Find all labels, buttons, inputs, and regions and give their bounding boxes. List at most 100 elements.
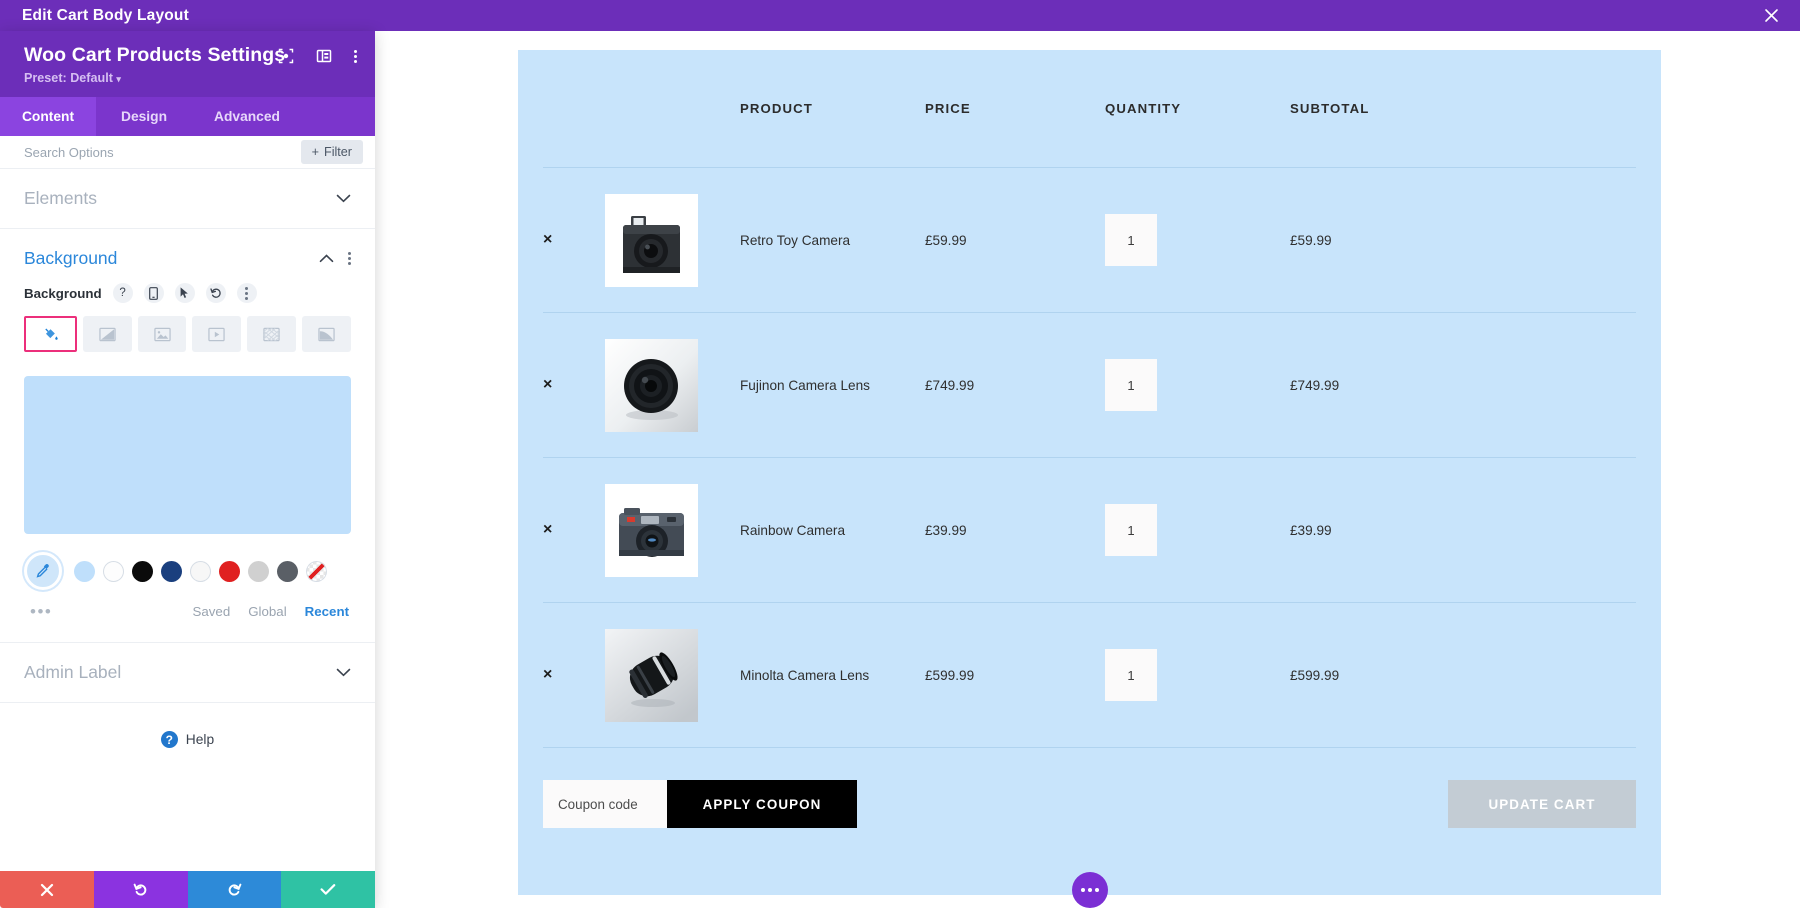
filter-button-label: Filter	[324, 145, 352, 160]
product-subtotal: £749.99	[1290, 377, 1340, 393]
more-colors-icon[interactable]: •••	[30, 603, 52, 620]
responsive-icon[interactable]	[143, 283, 164, 304]
color-swatch-row	[0, 552, 375, 591]
background-video-icon[interactable]	[192, 316, 242, 353]
more-options-icon[interactable]	[1071, 872, 1108, 908]
search-input[interactable]	[24, 144, 224, 160]
eyedropper-icon[interactable]	[24, 552, 62, 591]
panel-tabs: Content Design Advanced	[0, 97, 375, 137]
close-icon[interactable]	[1760, 5, 1782, 27]
section-background: Background Background ? ••• Saved Global…	[0, 229, 375, 644]
remove-item-button[interactable]: ×	[543, 521, 552, 538]
product-subtotal: £59.99	[1290, 232, 1332, 248]
color-swatch-0[interactable]	[74, 560, 95, 582]
cancel-button[interactable]	[0, 871, 94, 908]
hover-icon[interactable]	[174, 283, 195, 304]
fujinon-camera-lens-thumbnail[interactable]	[605, 338, 698, 432]
panel-body: Elements Background Background ? ••• Sav…	[0, 169, 375, 871]
table-row: ×	[543, 603, 1636, 748]
remove-item-button[interactable]: ×	[543, 376, 552, 393]
background-mask-icon[interactable]	[302, 316, 351, 353]
section-elements[interactable]: Elements	[0, 169, 375, 230]
background-color-preview[interactable]	[24, 376, 351, 535]
product-subtotal: £39.99	[1290, 522, 1332, 538]
section-background-kebab-icon[interactable]	[348, 252, 351, 266]
tab-advanced[interactable]: Advanced	[192, 97, 302, 136]
swatch-sub-tabs: Saved Global Recent	[193, 604, 349, 619]
top-bar-title: Edit Cart Body Layout	[22, 6, 189, 24]
product-subtotal: £599.99	[1290, 667, 1340, 683]
sub-tab-global[interactable]: Global	[248, 604, 286, 619]
cart-actions: Coupon code APPLY COUPON UPDATE CART	[543, 748, 1636, 860]
remove-item-button[interactable]: ×	[543, 231, 552, 248]
color-swatch-7[interactable]	[277, 560, 298, 582]
panel-header-icons	[278, 48, 357, 64]
chevron-down-icon[interactable]	[336, 668, 351, 677]
quantity-input[interactable]: 1	[1105, 214, 1157, 266]
panel-kebab-icon[interactable]	[354, 49, 357, 63]
layout-icon[interactable]	[316, 48, 332, 64]
tab-design[interactable]: Design	[96, 97, 192, 136]
header-quantity: QUANTITY	[1105, 101, 1182, 116]
swatch-footer: ••• Saved Global Recent	[0, 603, 375, 620]
header-product: PRODUCT	[740, 101, 813, 116]
save-button[interactable]	[281, 871, 375, 908]
panel-header: Woo Cart Products Settings Preset: Defau…	[0, 31, 375, 98]
section-admin-label-label: Admin Label	[24, 662, 122, 683]
product-name[interactable]: Retro Toy Camera	[740, 233, 925, 248]
product-price: £749.99	[925, 377, 975, 393]
product-name[interactable]: Rainbow Camera	[740, 523, 925, 538]
section-background-header[interactable]: Background	[0, 229, 375, 281]
background-field-row: Background ?	[0, 283, 375, 304]
retro-toy-camera-thumbnail[interactable]	[605, 193, 698, 287]
product-name[interactable]: Fujinon Camera Lens	[740, 378, 925, 393]
quantity-input[interactable]: 1	[1105, 504, 1157, 556]
apply-coupon-button[interactable]: APPLY COUPON	[667, 780, 857, 828]
cart-table-header: PRODUCT PRICE QUANTITY SUBTOTAL	[543, 50, 1636, 168]
header-price: PRICE	[925, 101, 971, 116]
preset-selector[interactable]: Preset: Default ▾	[24, 71, 355, 85]
section-admin-label[interactable]: Admin Label	[0, 643, 375, 704]
search-row: + Filter	[0, 136, 375, 170]
undo-button[interactable]	[93, 871, 188, 908]
color-swatch-5[interactable]	[219, 560, 240, 582]
top-bar: Edit Cart Body Layout	[0, 0, 1800, 31]
product-price: £59.99	[925, 232, 967, 248]
sub-tab-recent[interactable]: Recent	[305, 604, 349, 619]
help-row[interactable]: ? Help	[0, 703, 375, 749]
preset-label: Preset: Default	[24, 71, 113, 86]
color-swatch-3[interactable]	[161, 560, 182, 582]
update-cart-button[interactable]: UPDATE CART	[1448, 780, 1636, 828]
focus-icon[interactable]	[278, 48, 294, 64]
tab-content[interactable]: Content	[0, 97, 96, 137]
minolta-camera-lens-thumbnail[interactable]	[605, 628, 698, 722]
color-swatch-2[interactable]	[132, 560, 153, 582]
coupon-input[interactable]: Coupon code	[543, 780, 667, 828]
plus-icon: +	[311, 145, 319, 160]
background-field-kebab-icon[interactable]	[236, 283, 257, 304]
quantity-input[interactable]: 1	[1105, 649, 1157, 701]
filter-button[interactable]: + Filter	[300, 140, 363, 165]
quantity-input[interactable]: 1	[1105, 359, 1157, 411]
redo-button[interactable]	[187, 871, 282, 908]
table-row: ×	[543, 458, 1636, 603]
remove-item-button[interactable]: ×	[543, 666, 552, 683]
product-price: £599.99	[925, 667, 975, 683]
sub-tab-saved[interactable]: Saved	[193, 604, 231, 619]
rainbow-camera-thumbnail[interactable]	[605, 483, 698, 577]
color-swatch-4[interactable]	[190, 560, 211, 582]
color-swatch-1[interactable]	[103, 560, 124, 582]
reset-icon[interactable]	[205, 283, 226, 304]
color-swatch-6[interactable]	[248, 560, 269, 582]
background-color-icon[interactable]	[24, 316, 77, 353]
background-pattern-icon[interactable]	[247, 316, 297, 353]
background-image-icon[interactable]	[137, 316, 187, 353]
color-swatch-transparent[interactable]	[306, 560, 327, 582]
chevron-down-icon[interactable]	[336, 194, 351, 203]
help-icon[interactable]: ?	[112, 283, 133, 304]
background-type-row	[0, 316, 375, 353]
background-gradient-icon[interactable]	[82, 316, 132, 353]
fab-row	[543, 860, 1636, 908]
chevron-up-icon[interactable]	[319, 254, 334, 263]
product-name[interactable]: Minolta Camera Lens	[740, 668, 925, 683]
